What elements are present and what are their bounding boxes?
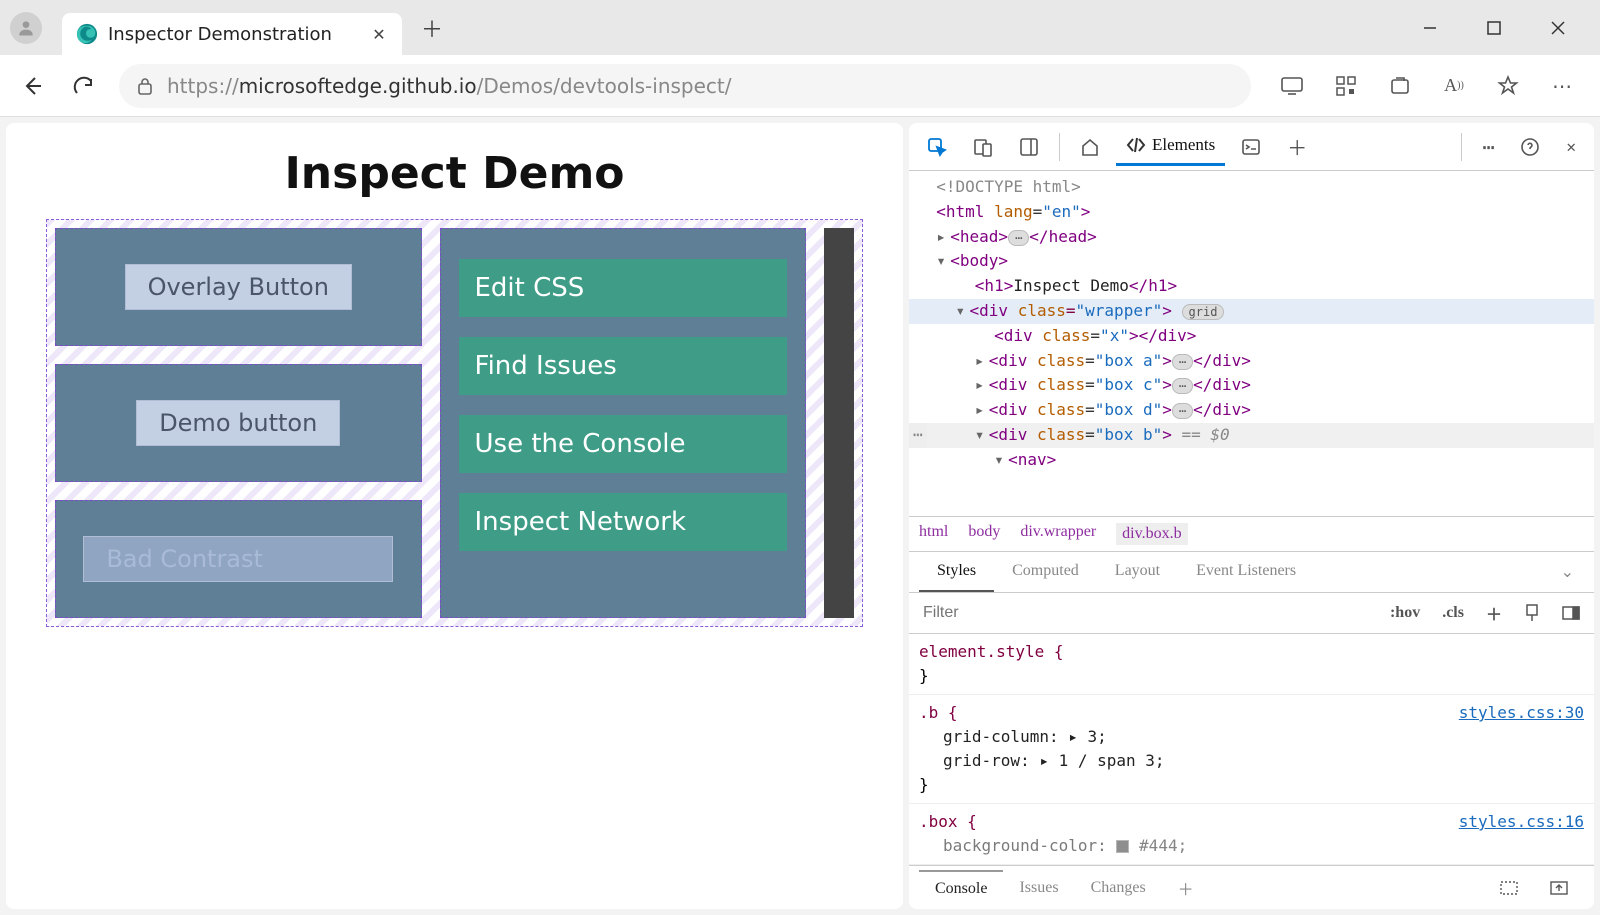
- more-icon[interactable]: ⋯: [1549, 73, 1575, 99]
- edge-favicon: [76, 23, 98, 45]
- qr-icon[interactable]: [1333, 73, 1359, 99]
- dom-breadcrumb[interactable]: html body div.wrapper div.box.b: [909, 516, 1594, 552]
- link-inspect-network[interactable]: Inspect Network: [459, 493, 788, 551]
- drawer-console[interactable]: Console: [919, 870, 1003, 906]
- rule-box[interactable]: styles.css:16 .box { background-color: #…: [909, 804, 1594, 865]
- bad-contrast-button[interactable]: Bad Contrast: [83, 536, 393, 582]
- inspect-element-icon[interactable]: [917, 129, 957, 165]
- titlebar: Inspector Demonstration ✕ ＋: [0, 0, 1600, 55]
- browser-tab[interactable]: Inspector Demonstration ✕: [62, 13, 402, 55]
- box-a: Overlay Button: [55, 228, 422, 346]
- rule-element-style[interactable]: element.style { }: [909, 634, 1594, 695]
- paint-icon[interactable]: [1518, 600, 1546, 626]
- page-heading: Inspect Demo: [46, 148, 863, 199]
- tab-title: Inspector Demonstration: [108, 24, 370, 45]
- maximize-icon[interactable]: [1482, 16, 1506, 40]
- drawer-changes[interactable]: Changes: [1075, 871, 1162, 905]
- box-b-nav: Edit CSS Find Issues Use the Console Ins…: [440, 228, 807, 618]
- dom-node-wrapper[interactable]: ▾<div class="wrapper"> grid: [909, 299, 1594, 324]
- close-window-icon[interactable]: [1546, 16, 1570, 40]
- source-link[interactable]: styles.css:30: [1459, 701, 1584, 725]
- collections-icon[interactable]: [1387, 73, 1413, 99]
- dom-tree[interactable]: <!DOCTYPE html> <html lang="en"> ▸<head>…: [909, 171, 1594, 516]
- browser-window: Inspector Demonstration ✕ ＋ https://micr…: [0, 0, 1600, 915]
- devtools-more-icon[interactable]: ⋯: [1472, 127, 1504, 167]
- lock-icon: [137, 77, 153, 95]
- crumb-wrapper[interactable]: div.wrapper: [1020, 523, 1096, 545]
- sidebar-toggle-icon[interactable]: [1556, 602, 1586, 624]
- styles-filter-input[interactable]: [917, 598, 1374, 628]
- crumb-body[interactable]: body: [968, 523, 1000, 545]
- event-listeners-tab[interactable]: Event Listeners: [1178, 552, 1314, 592]
- box-c: Demo button: [55, 364, 422, 482]
- read-aloud-icon[interactable]: A)): [1441, 73, 1467, 99]
- devtools-drawer: Console Issues Changes ＋: [909, 865, 1594, 909]
- styles-rules[interactable]: element.style { } styles.css:30 .b { gri…: [909, 634, 1594, 865]
- devtools-close-icon[interactable]: ✕: [1556, 129, 1586, 164]
- back-button[interactable]: [15, 69, 49, 103]
- drawer-expand-icon[interactable]: [1534, 873, 1584, 903]
- styles-tab[interactable]: Styles: [919, 552, 994, 592]
- address-bar[interactable]: https://microsoftedge.github.io/Demos/de…: [119, 64, 1251, 108]
- page-scrollbar[interactable]: [824, 228, 854, 618]
- link-use-console[interactable]: Use the Console: [459, 415, 788, 473]
- toolbar-right: A)) ⋯: [1269, 73, 1585, 99]
- elements-tab[interactable]: Elements: [1116, 127, 1225, 166]
- grid-overlay-wrapper: Overlay Button Demo button Bad Contrast …: [46, 219, 863, 627]
- styles-filter-row: :hov .cls ＋: [909, 593, 1594, 634]
- page-viewport: Inspect Demo Overlay Button Demo button …: [6, 123, 903, 909]
- link-edit-css[interactable]: Edit CSS: [459, 259, 788, 317]
- new-style-rule-icon[interactable]: ＋: [1480, 597, 1508, 629]
- overlay-button[interactable]: Overlay Button: [125, 264, 352, 310]
- styles-expand-icon[interactable]: ⌄: [1551, 552, 1584, 592]
- window-controls: [1418, 16, 1590, 40]
- profile-avatar[interactable]: [10, 12, 42, 44]
- new-tab-icon[interactable]: ＋: [1277, 124, 1317, 169]
- box-d: Bad Contrast: [55, 500, 422, 618]
- favorite-icon[interactable]: [1495, 73, 1521, 99]
- console-tab-icon[interactable]: [1231, 129, 1271, 165]
- source-link[interactable]: styles.css:16: [1459, 810, 1584, 834]
- link-find-issues[interactable]: Find Issues: [459, 337, 788, 395]
- welcome-tab-icon[interactable]: [1070, 129, 1110, 165]
- drawer-dock-icon[interactable]: [1484, 873, 1534, 903]
- screen-icon[interactable]: [1279, 73, 1305, 99]
- device-toggle-icon[interactable]: [963, 129, 1003, 165]
- devtools-panel: Elements ＋ ⋯ ✕ <!DOCTYPE html> <html lan…: [909, 123, 1594, 909]
- toolbar: https://microsoftedge.github.io/Demos/de…: [0, 55, 1600, 117]
- crumb-box-b[interactable]: div.box.b: [1116, 523, 1187, 545]
- rule-b[interactable]: styles.css:30 .b { grid-column: ▸ 3; gri…: [909, 695, 1594, 804]
- tab-close-icon[interactable]: ✕: [370, 25, 388, 44]
- new-tab-button[interactable]: ＋: [412, 8, 452, 48]
- hov-toggle[interactable]: :hov: [1384, 600, 1426, 626]
- help-icon[interactable]: [1510, 129, 1550, 165]
- devtools-tabbar: Elements ＋ ⋯ ✕: [909, 123, 1594, 171]
- url-text: https://microsoftedge.github.io/Demos/de…: [167, 74, 732, 98]
- crumb-html[interactable]: html: [919, 523, 948, 545]
- drawer-add-icon[interactable]: ＋: [1162, 868, 1210, 908]
- color-swatch[interactable]: [1116, 840, 1129, 853]
- dom-node-box-b[interactable]: ⋯ ▾<div class="box b"> == $0: [909, 423, 1594, 448]
- dock-icon[interactable]: [1009, 129, 1049, 165]
- refresh-button[interactable]: [67, 69, 101, 103]
- grid-container: Overlay Button Demo button Bad Contrast …: [55, 228, 854, 618]
- demo-button[interactable]: Demo button: [136, 400, 340, 446]
- drawer-issues[interactable]: Issues: [1003, 871, 1074, 905]
- cls-toggle[interactable]: .cls: [1436, 600, 1470, 626]
- computed-tab[interactable]: Computed: [994, 552, 1097, 592]
- minimize-icon[interactable]: [1418, 16, 1442, 40]
- content-area: Inspect Demo Overlay Button Demo button …: [0, 117, 1600, 915]
- layout-tab[interactable]: Layout: [1097, 552, 1178, 592]
- styles-tabbar: Styles Computed Layout Event Listeners ⌄: [909, 552, 1594, 593]
